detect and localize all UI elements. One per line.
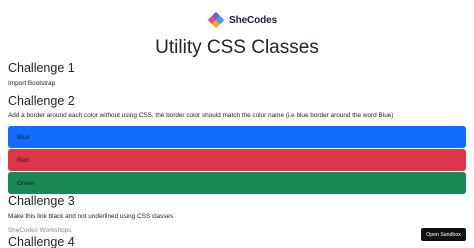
page: SheCodes Utility CSS Classes Challenge 1… [0,0,474,248]
challenge-2-text: Add a border around each color without u… [8,112,394,119]
challenge-1-text: Import Bootstrap [8,80,56,87]
challenge-4-heading: Challenge 4 [8,235,75,248]
color-box-blue: Blue [8,126,466,148]
color-box-label: Blue [17,133,30,141]
color-box-label: Green [17,179,35,187]
challenge-3-heading: Challenge 3 [8,194,75,208]
color-box-green: Green [8,172,466,194]
color-box-label: Red [17,156,29,164]
shecodes-logo[interactable]: SheCodes [208,11,277,29]
challenge-2-heading: Challenge 2 [8,94,75,108]
logo-text: SheCodes [229,14,278,26]
shecodes-logo-icon [208,12,224,28]
challenge-3-text: Make this link black and not underlined … [8,213,174,220]
shecodes-workshops-link[interactable]: SheCodes Workshops [8,227,71,234]
challenge-1-heading: Challenge 1 [8,61,75,75]
page-title: Utility CSS Classes [155,37,319,58]
open-sandbox-button[interactable]: Open Sandbox [421,228,466,241]
color-box-red: Red [8,149,466,171]
